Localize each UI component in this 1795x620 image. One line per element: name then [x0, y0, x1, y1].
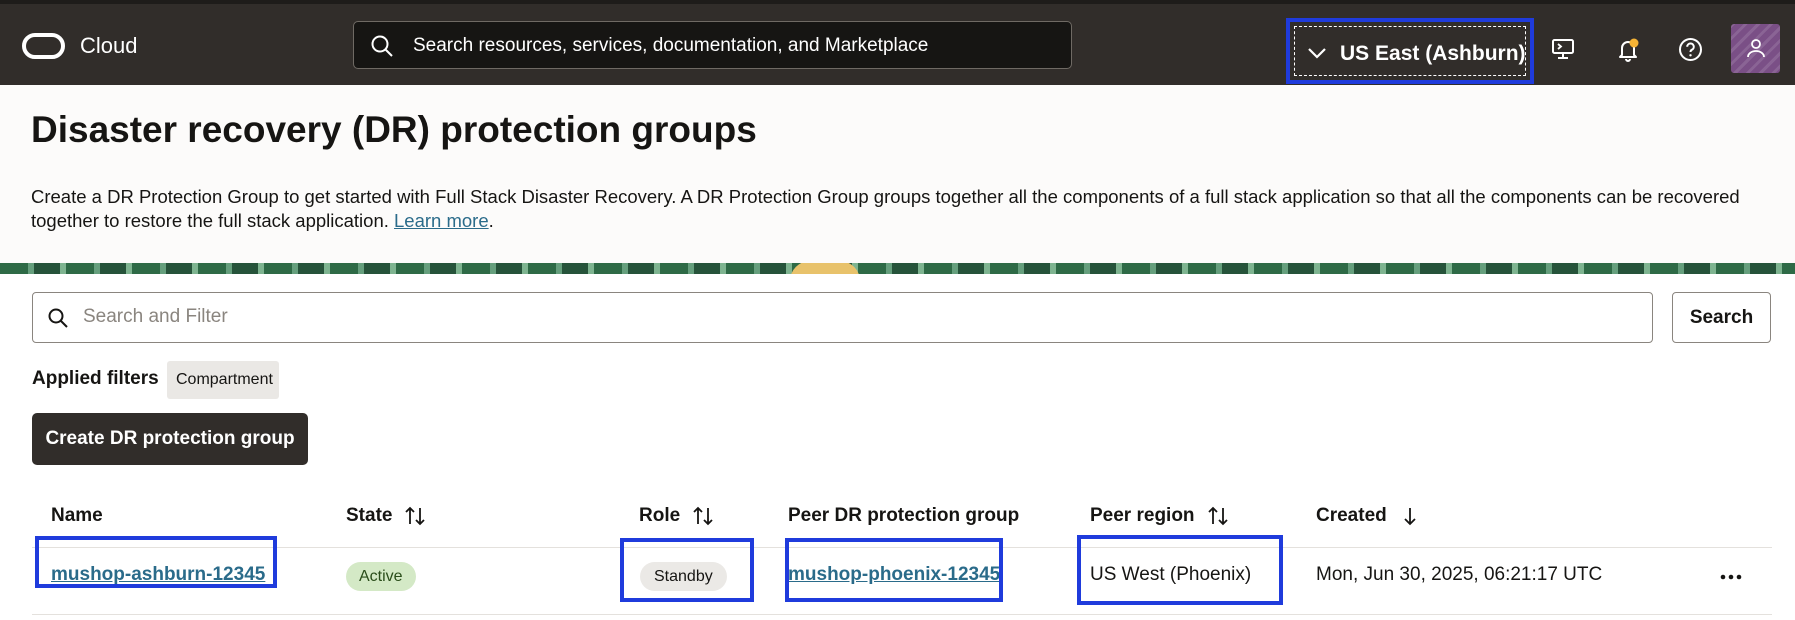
column-header-name-label: Name: [51, 505, 103, 526]
sort-icon: [1207, 506, 1228, 526]
column-header-peer-region-label: Peer region: [1090, 505, 1195, 527]
column-header-peer-group[interactable]: Peer DR protection group: [788, 505, 1019, 527]
create-dr-protection-group-button[interactable]: Create DR protection group: [32, 413, 308, 465]
global-search-placeholder: Search resources, services, documentatio…: [413, 35, 929, 56]
column-header-role-label: Role: [639, 505, 681, 527]
page-title: Disaster recovery (DR) protection groups: [31, 109, 757, 150]
created-timestamp: Mon, Jun 30, 2025, 06:21:17 UTC: [1316, 564, 1603, 585]
banner-sun-shape: [790, 263, 860, 274]
column-header-created-label: Created: [1316, 505, 1387, 527]
column-header-created[interactable]: Created: [1316, 505, 1421, 527]
region-selector[interactable]: US East (Ashburn): [1286, 18, 1534, 84]
highlight-box-name: [35, 536, 277, 588]
user-icon: [1747, 39, 1765, 58]
decorative-banner: [0, 263, 1795, 274]
brand-name[interactable]: Cloud: [80, 33, 137, 59]
user-avatar[interactable]: [1731, 24, 1780, 73]
highlight-box-peer-group: [785, 538, 1003, 602]
table-divider: [32, 614, 1772, 615]
more-actions-icon[interactable]: [1718, 562, 1744, 588]
learn-more-link[interactable]: Learn more: [394, 210, 489, 231]
column-header-peer-region[interactable]: Peer region: [1090, 505, 1229, 527]
column-header-state[interactable]: State: [346, 505, 426, 527]
column-header-role[interactable]: Role: [639, 505, 714, 527]
region-name: US East (Ashburn): [1340, 42, 1526, 65]
sort-icon: [405, 506, 426, 526]
bell-icon[interactable]: [1616, 37, 1642, 63]
global-search-input[interactable]: Search resources, services, documentatio…: [353, 21, 1072, 69]
search-icon: [371, 35, 393, 57]
description-period: .: [488, 210, 494, 231]
oracle-logo-icon[interactable]: [22, 33, 65, 59]
column-header-name[interactable]: Name: [51, 505, 103, 527]
sort-icon: [693, 506, 713, 526]
highlight-box-peer-region: [1077, 535, 1283, 605]
sort-descending-icon: [1404, 508, 1416, 526]
highlight-box-role: [620, 538, 754, 602]
search-filter-placeholder: Search and Filter: [83, 306, 228, 327]
applied-filters-label: Applied filters: [32, 368, 159, 389]
help-icon[interactable]: [1678, 37, 1703, 62]
column-header-state-label: State: [346, 505, 393, 527]
chevron-down-icon: [1308, 48, 1326, 59]
cloud-shell-icon[interactable]: [1551, 37, 1575, 61]
region-focus-ring: US East (Ashburn): [1294, 26, 1526, 76]
search-filter-input[interactable]: Search and Filter: [32, 292, 1653, 343]
search-button[interactable]: Search: [1672, 292, 1771, 343]
top-navigation-bar: Cloud Search resources, services, docume…: [0, 0, 1795, 85]
search-icon: [48, 308, 68, 328]
page-description-text: Create a DR Protection Group to get star…: [31, 186, 1740, 231]
column-header-peer-group-label: Peer DR protection group: [788, 505, 1020, 526]
page-description: Create a DR Protection Group to get star…: [31, 185, 1771, 233]
status-badge-active: Active: [346, 562, 416, 591]
filter-chip-compartment[interactable]: Compartment: [167, 361, 279, 399]
